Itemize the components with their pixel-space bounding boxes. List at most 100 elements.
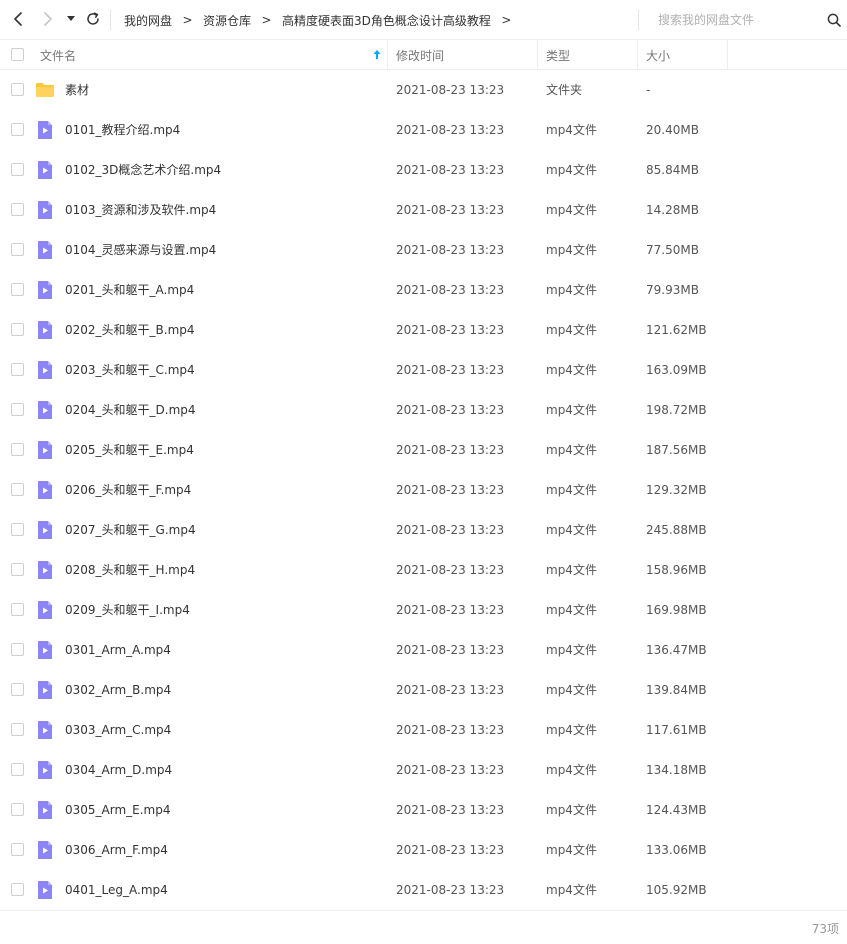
file-name[interactable]: 0102_3D概念艺术介绍.mp4	[65, 150, 221, 190]
table-row[interactable]: 0202_头和躯干_B.mp4 2021-08-23 13:23 mp4文件 121.…	[0, 310, 847, 350]
breadcrumb-item-resource[interactable]: 资源仓库	[203, 12, 251, 29]
file-modified-time: 2021-08-23 13:23	[396, 843, 505, 857]
sort-ascending-icon[interactable]	[371, 48, 383, 62]
table-row[interactable]: 0207_头和躯干_G.mp4 2021-08-23 13:23 mp4文件 245.…	[0, 510, 847, 550]
refresh-icon[interactable]	[82, 8, 104, 30]
file-name[interactable]: 0103_资源和涉及软件.mp4	[65, 190, 216, 230]
breadcrumb-item-root[interactable]: 我的网盘	[124, 12, 172, 29]
row-checkbox[interactable]	[11, 843, 24, 856]
file-modified-time: 2021-08-23 13:23	[396, 723, 505, 737]
row-checkbox[interactable]	[11, 683, 24, 696]
row-checkbox[interactable]	[11, 323, 24, 336]
row-checkbox[interactable]	[11, 883, 24, 896]
table-row[interactable]: 0208_头和躯干_H.mp4 2021-08-23 13:23 mp4文件 158.…	[0, 550, 847, 590]
table-row[interactable]: 0102_3D概念艺术介绍.mp4 2021-08-23 13:23 mp4文件 85…	[0, 150, 847, 190]
file-type: mp4文件	[546, 363, 597, 377]
column-divider[interactable]	[727, 40, 728, 70]
file-name[interactable]: 0401_Leg_A.mp4	[65, 870, 168, 910]
column-header-name[interactable]: 文件名	[40, 40, 386, 70]
folder-icon	[35, 80, 55, 100]
table-row[interactable]: 0306_Arm_F.mp4 2021-08-23 13:23 mp4文件 133.0…	[0, 830, 847, 870]
table-row[interactable]: 0301_Arm_A.mp4 2021-08-23 13:23 mp4文件 136.4…	[0, 630, 847, 670]
row-checkbox[interactable]	[11, 803, 24, 816]
file-type: mp4文件	[546, 723, 597, 737]
table-row[interactable]: 0206_头和躯干_F.mp4 2021-08-23 13:23 mp4文件 129.…	[0, 470, 847, 510]
column-divider[interactable]	[637, 40, 638, 70]
column-header-size[interactable]: 大小	[646, 40, 726, 70]
file-size: 136.47MB	[646, 643, 707, 657]
file-type: mp4文件	[546, 203, 597, 217]
row-checkbox[interactable]	[11, 163, 24, 176]
breadcrumb-separator: >	[182, 13, 193, 27]
row-checkbox[interactable]	[11, 483, 24, 496]
row-checkbox[interactable]	[11, 563, 24, 576]
table-row[interactable]: 0201_头和躯干_A.mp4 2021-08-23 13:23 mp4文件 79.9…	[0, 270, 847, 310]
row-checkbox[interactable]	[11, 643, 24, 656]
column-divider[interactable]	[537, 40, 538, 70]
row-checkbox[interactable]	[11, 723, 24, 736]
select-all-checkbox[interactable]	[11, 48, 24, 61]
file-name[interactable]: 0202_头和躯干_B.mp4	[65, 310, 195, 350]
file-name[interactable]: 0208_头和躯干_H.mp4	[65, 550, 195, 590]
table-row[interactable]: 0101_教程介绍.mp4 2021-08-23 13:23 mp4文件 20.40M…	[0, 110, 847, 150]
table-row[interactable]: 0103_资源和涉及软件.mp4 2021-08-23 13:23 mp4文件 14.…	[0, 190, 847, 230]
video-file-icon	[35, 840, 55, 860]
row-checkbox[interactable]	[11, 403, 24, 416]
row-checkbox[interactable]	[11, 363, 24, 376]
file-modified-time: 2021-08-23 13:23	[396, 563, 505, 577]
file-name[interactable]: 0302_Arm_B.mp4	[65, 670, 171, 710]
search-input[interactable]	[650, 9, 820, 31]
file-name[interactable]: 0104_灵感来源与设置.mp4	[65, 230, 216, 270]
file-name[interactable]: 0209_头和躯干_I.mp4	[65, 590, 190, 630]
file-size: 198.72MB	[646, 403, 707, 417]
table-row[interactable]: 0401_Leg_A.mp4 2021-08-23 13:23 mp4文件 105.9…	[0, 870, 847, 910]
file-name[interactable]: 0301_Arm_A.mp4	[65, 630, 171, 670]
file-modified-time: 2021-08-23 13:23	[396, 603, 505, 617]
file-name[interactable]: 0201_头和躯干_A.mp4	[65, 270, 194, 310]
video-file-icon	[35, 520, 55, 540]
table-row[interactable]: 0304_Arm_D.mp4 2021-08-23 13:23 mp4文件 134.1…	[0, 750, 847, 790]
file-name[interactable]: 0205_头和躯干_E.mp4	[65, 430, 194, 470]
table-row[interactable]: 素材 2021-08-23 13:23 文件夹 -	[0, 70, 847, 110]
file-type: mp4文件	[546, 323, 597, 337]
breadcrumb-item-current[interactable]: 高精度硬表面3D角色概念设计高级教程	[282, 12, 491, 29]
row-checkbox[interactable]	[11, 763, 24, 776]
file-name[interactable]: 0207_头和躯干_G.mp4	[65, 510, 196, 550]
file-name[interactable]: 素材	[65, 70, 89, 110]
row-checkbox[interactable]	[11, 123, 24, 136]
file-name[interactable]: 0203_头和躯干_C.mp4	[65, 350, 195, 390]
row-checkbox[interactable]	[11, 83, 24, 96]
table-row[interactable]: 0203_头和躯干_C.mp4 2021-08-23 13:23 mp4文件 163.…	[0, 350, 847, 390]
column-header-type[interactable]: 类型	[546, 40, 636, 70]
column-header-modified-label: 修改时间	[396, 48, 445, 63]
file-name[interactable]: 0303_Arm_C.mp4	[65, 710, 171, 750]
file-type: mp4文件	[546, 483, 597, 497]
search-icon[interactable]	[824, 10, 844, 30]
chevron-left-icon[interactable]	[8, 8, 30, 30]
table-row[interactable]: 0305_Arm_E.mp4 2021-08-23 13:23 mp4文件 124.4…	[0, 790, 847, 830]
column-header-modified[interactable]: 修改时间	[396, 40, 536, 70]
row-checkbox[interactable]	[11, 523, 24, 536]
table-row[interactable]: 0205_头和躯干_E.mp4 2021-08-23 13:23 mp4文件 187.…	[0, 430, 847, 470]
row-checkbox[interactable]	[11, 203, 24, 216]
file-name[interactable]: 0206_头和躯干_F.mp4	[65, 470, 191, 510]
row-checkbox[interactable]	[11, 243, 24, 256]
table-row[interactable]: 0204_头和躯干_D.mp4 2021-08-23 13:23 mp4文件 198.…	[0, 390, 847, 430]
column-divider[interactable]	[387, 40, 388, 70]
table-row[interactable]: 0302_Arm_B.mp4 2021-08-23 13:23 mp4文件 139.8…	[0, 670, 847, 710]
file-size: 158.96MB	[646, 563, 707, 577]
file-name[interactable]: 0306_Arm_F.mp4	[65, 830, 168, 870]
caret-down-icon[interactable]	[62, 8, 80, 30]
row-checkbox[interactable]	[11, 443, 24, 456]
file-name[interactable]: 0305_Arm_E.mp4	[65, 790, 171, 830]
file-name[interactable]: 0101_教程介绍.mp4	[65, 110, 180, 150]
file-modified-time: 2021-08-23 13:23	[396, 523, 505, 537]
row-checkbox[interactable]	[11, 283, 24, 296]
row-checkbox[interactable]	[11, 603, 24, 616]
table-row[interactable]: 0209_头和躯干_I.mp4 2021-08-23 13:23 mp4文件 169.…	[0, 590, 847, 630]
file-name[interactable]: 0204_头和躯干_D.mp4	[65, 390, 196, 430]
file-name[interactable]: 0304_Arm_D.mp4	[65, 750, 172, 790]
table-row[interactable]: 0104_灵感来源与设置.mp4 2021-08-23 13:23 mp4文件 77.…	[0, 230, 847, 270]
table-row[interactable]: 0303_Arm_C.mp4 2021-08-23 13:23 mp4文件 117.6…	[0, 710, 847, 750]
chevron-right-icon[interactable]	[36, 8, 58, 30]
